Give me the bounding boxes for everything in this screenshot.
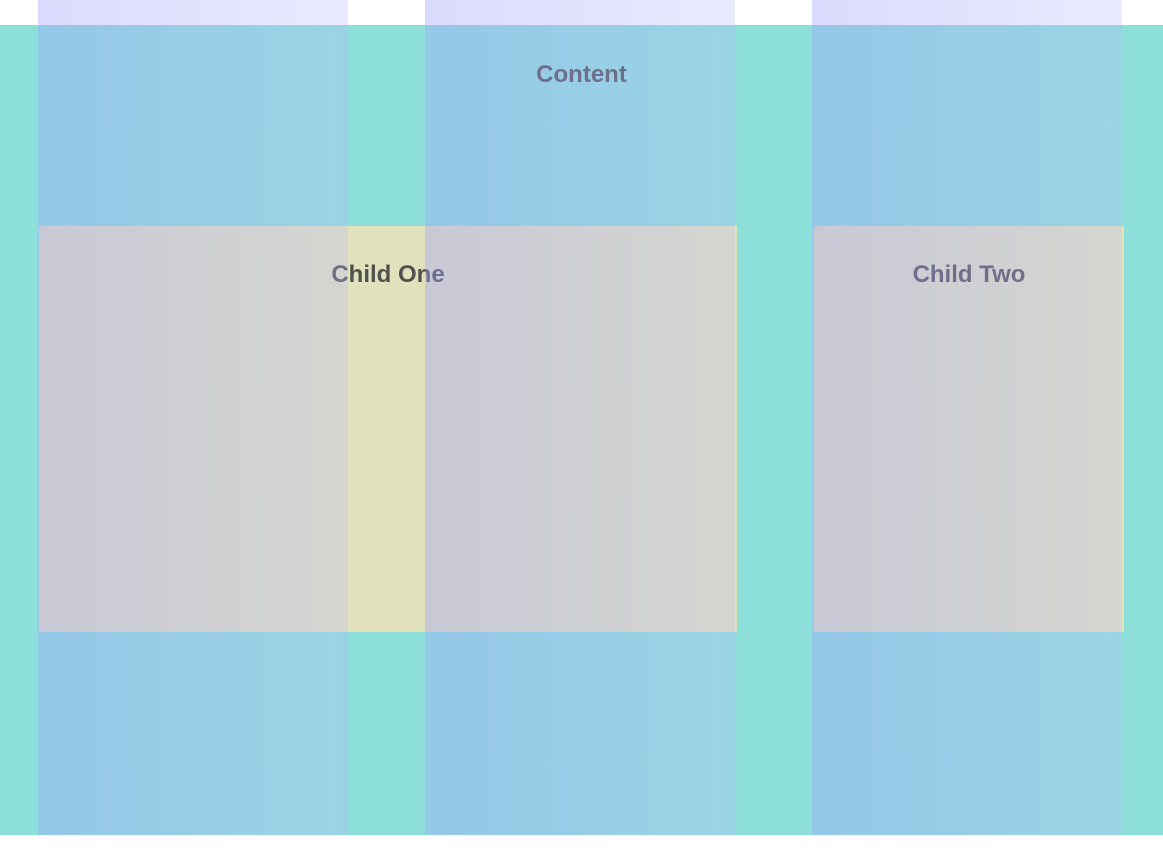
diagram-stage: Content Child One Child Two: [0, 0, 1163, 849]
child-one-title: Child One: [331, 261, 445, 288]
child-one-box: Child One: [39, 226, 737, 632]
content-title: Content: [536, 61, 627, 88]
content-container: Content Child One Child Two: [0, 25, 1163, 835]
child-two-box: Child Two: [814, 226, 1124, 632]
child-two-title: Child Two: [912, 261, 1026, 288]
